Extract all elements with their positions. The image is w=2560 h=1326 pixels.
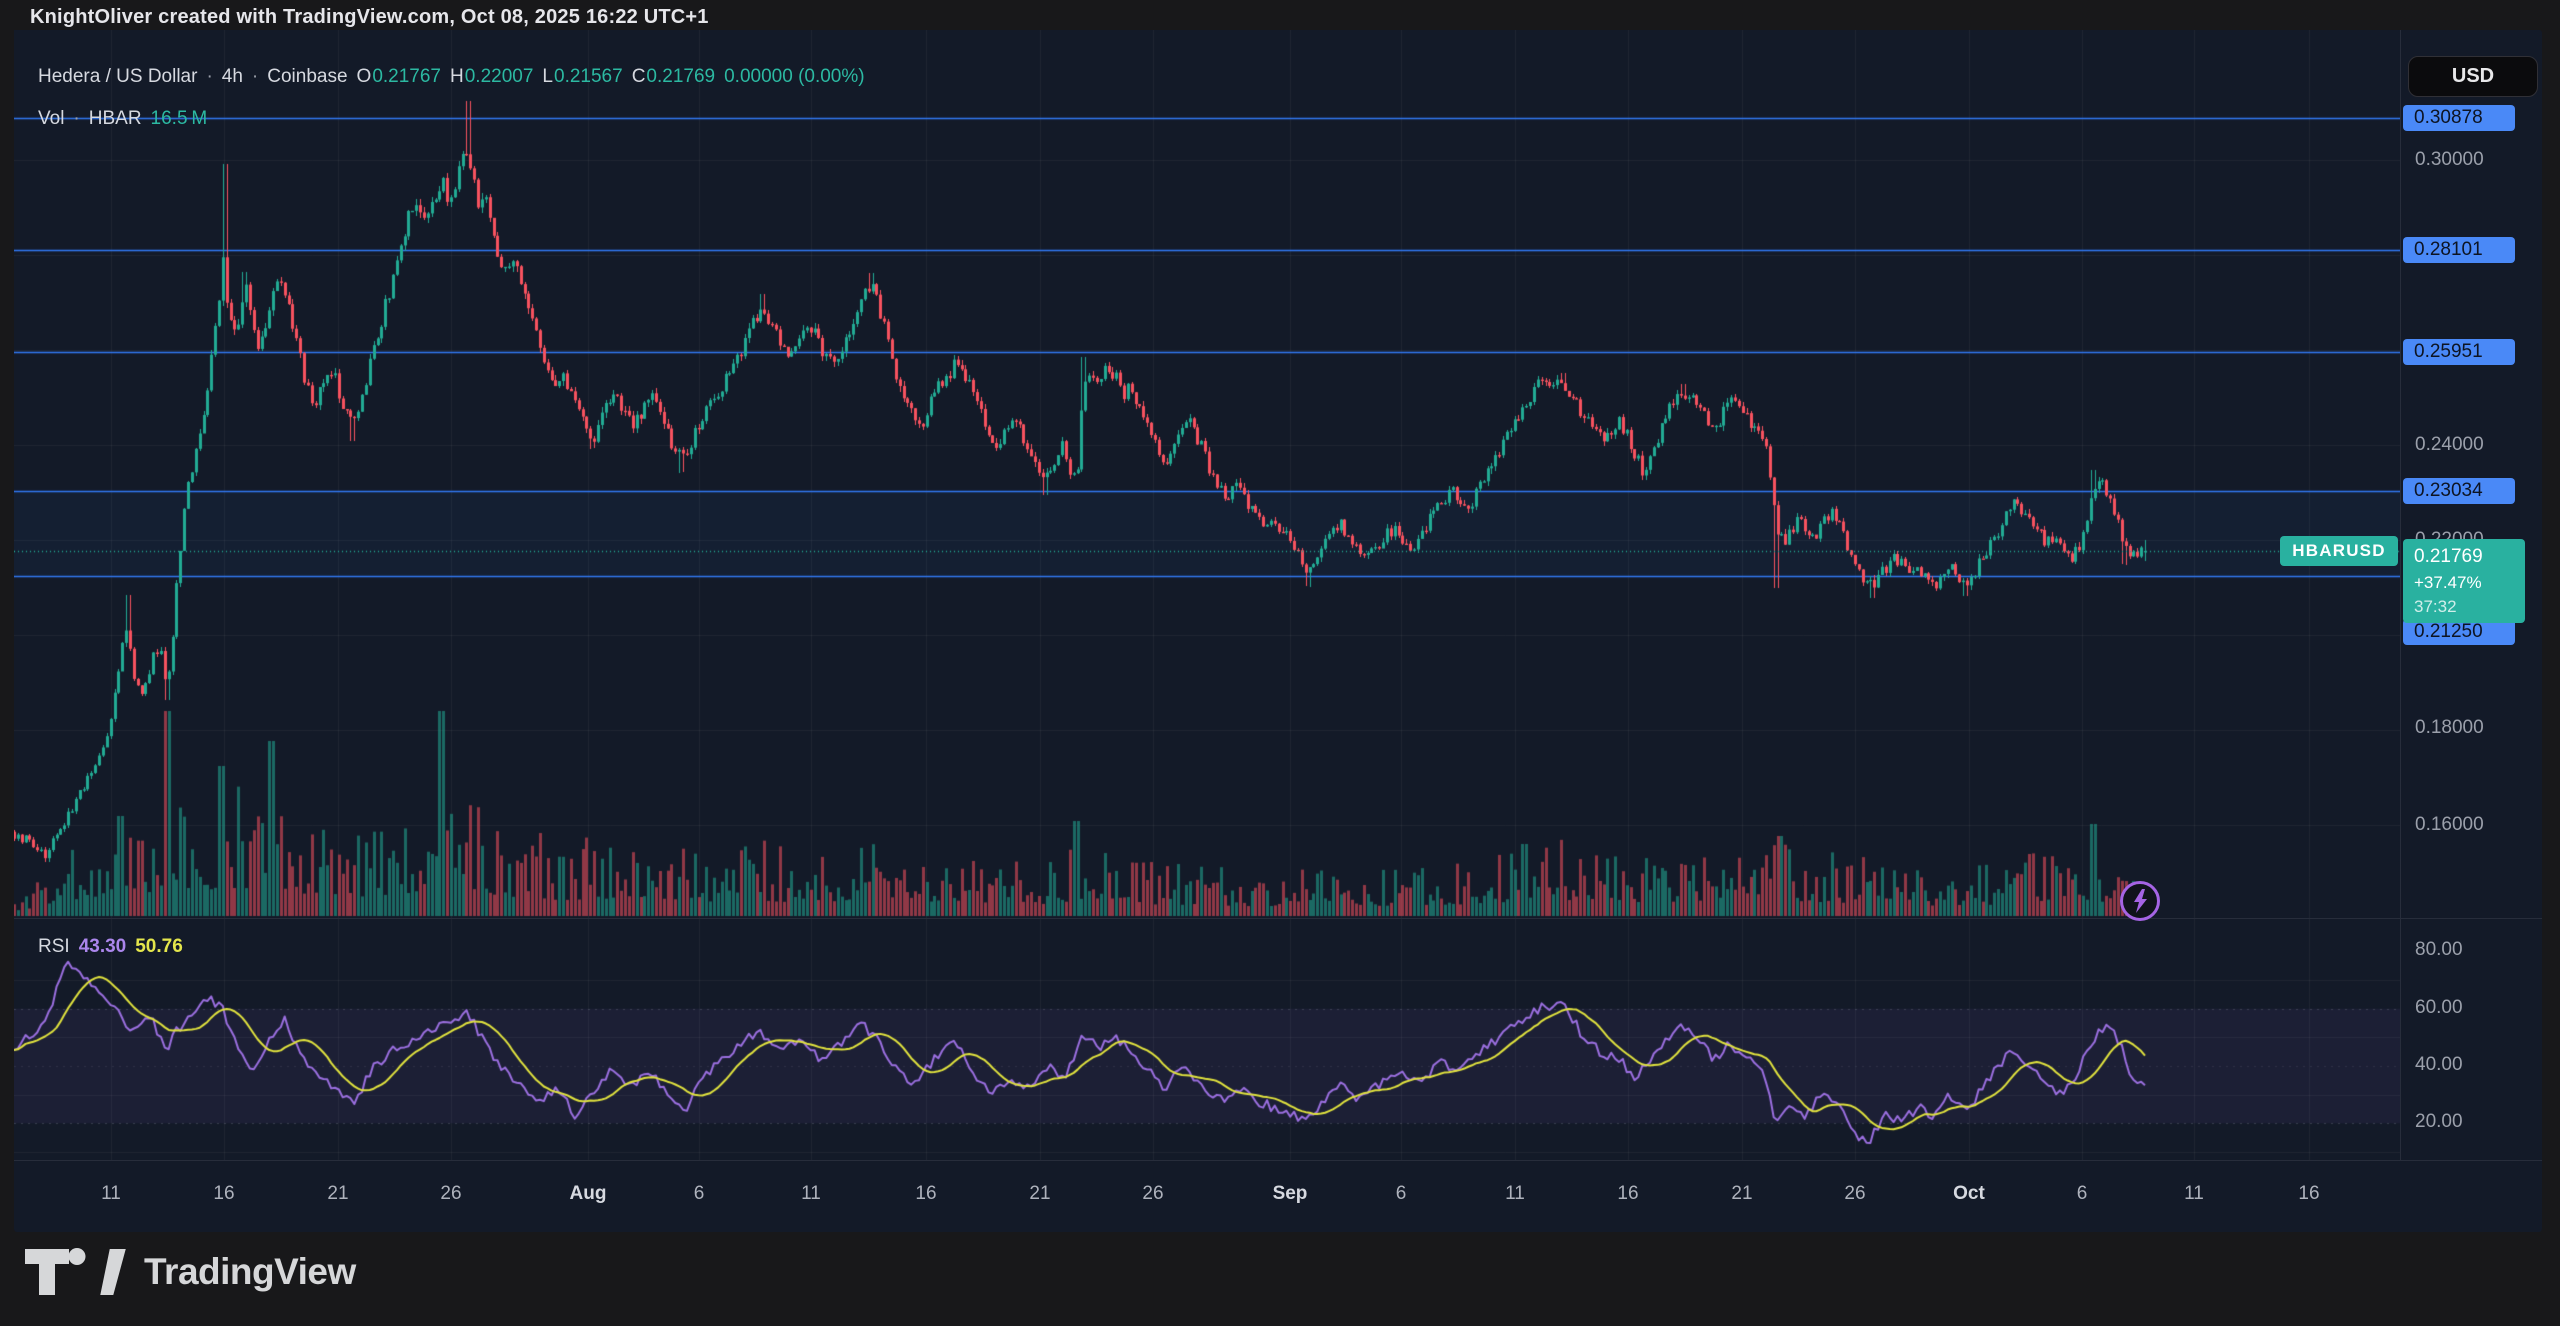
time-axis-label: 6: [2076, 1183, 2088, 1204]
symbol-legend: Hedera / US Dollar · 4h · Coinbase O 0.21…: [38, 66, 865, 88]
volume-ticker: HBAR: [88, 108, 142, 129]
ohlc-change: 0.00000 (0.00%): [724, 66, 865, 87]
time-axis-label: 11: [801, 1183, 821, 1204]
tradingview-mark-v-icon: [100, 1249, 126, 1295]
time-axis-label: 26: [1142, 1183, 1164, 1204]
chart-panel: Hedera / US Dollar · 4h · Coinbase O 0.21…: [14, 30, 2542, 1232]
price-scale-label[interactable]: 0.30878: [2403, 105, 2515, 131]
price-scale-label[interactable]: 0.25951: [2403, 339, 2515, 365]
price-scale-label: 0.30000: [2415, 149, 2484, 170]
currency-toggle-button[interactable]: USD: [2408, 56, 2538, 97]
price-scale-label: 0.16000: [2415, 814, 2484, 835]
time-axis-label: 16: [213, 1183, 235, 1204]
time-axis-label: 11: [1505, 1183, 1525, 1204]
time-axis-label: Sep: [1272, 1183, 1308, 1204]
current-price-label: 0.21769 +37.47% 37:32: [2403, 539, 2525, 623]
chart-plot-canvas[interactable]: [14, 30, 2400, 1160]
time-axis-label: 26: [440, 1183, 462, 1204]
rsi-scale-label: 40.00: [2415, 1054, 2463, 1075]
rsi-scale-label: 20.00: [2415, 1111, 2463, 1132]
ohlc-open: O 0.21767: [356, 66, 441, 87]
exchange-label: Coinbase: [267, 66, 348, 87]
time-axis-label: Oct: [1953, 1183, 1985, 1204]
rsi-legend: RSI 43.30 50.76: [38, 936, 183, 958]
legend-separator: ·: [206, 66, 213, 87]
price-scale-label: 0.18000: [2415, 717, 2484, 738]
time-axis-label: 21: [1029, 1183, 1051, 1204]
flash-boost-button[interactable]: [2120, 881, 2160, 921]
volume-value: 16.5 M: [150, 108, 208, 129]
legend-separator: ·: [73, 108, 80, 129]
time-axis-label: 11: [101, 1183, 121, 1204]
time-axis[interactable]: 11 16 21 26 Aug 6 11 16 21 26 Sep 6 11 1…: [14, 1161, 2542, 1232]
tradingview-mark-icon: [25, 1248, 86, 1295]
time-axis-label: 16: [915, 1183, 937, 1204]
volume-label[interactable]: Vol: [38, 108, 64, 130]
time-axis-label: 11: [2184, 1183, 2204, 1204]
rsi-value: 43.30: [78, 936, 127, 957]
legend-separator: ·: [251, 66, 259, 87]
price-scale-label: 0.24000: [2415, 434, 2484, 455]
pane-separator[interactable]: [14, 918, 2542, 919]
page: KnightOliver created with TradingView.co…: [0, 0, 2560, 1326]
current-change-pct: +37.47%: [2414, 573, 2482, 592]
time-axis-label: 26: [1844, 1183, 1866, 1204]
price-scale-label[interactable]: 0.28101: [2403, 237, 2515, 263]
price-scale-label[interactable]: 0.23034: [2403, 478, 2515, 504]
rsi-scale-label: 60.00: [2415, 997, 2463, 1018]
time-axis-label: 6: [693, 1183, 705, 1204]
tradingview-wordmark: TradingView: [144, 1251, 356, 1292]
time-axis-label: 16: [2298, 1183, 2320, 1204]
rsi-scale-label: 80.00: [2415, 939, 2463, 960]
ohlc-close: C 0.21769: [631, 66, 716, 87]
tradingview-logo[interactable]: TradingView: [24, 1248, 356, 1296]
time-axis-label: 21: [1731, 1183, 1753, 1204]
interval-label[interactable]: 4h: [222, 66, 243, 88]
current-price: 0.21769: [2414, 546, 2483, 567]
price-axis[interactable]: 0.30878 0.30000 0.28101 0.25951 0.24000 …: [2401, 30, 2542, 1160]
bar-countdown: 37:32: [2414, 597, 2457, 616]
time-axis-label: 6: [1395, 1183, 1407, 1204]
time-axis-label: Aug: [569, 1183, 607, 1204]
ohlc-high: H 0.22007: [450, 66, 534, 87]
lightning-icon: [2134, 889, 2147, 913]
time-axis-label: 16: [1617, 1183, 1639, 1204]
volume-legend: Vol · HBAR 16.5 M: [38, 108, 207, 130]
symbol-name[interactable]: Hedera / US Dollar: [38, 66, 197, 88]
time-axis-label: 21: [327, 1183, 349, 1204]
price-line-symbol-tag[interactable]: HBARUSD: [2280, 536, 2398, 566]
attribution-text: KnightOliver created with TradingView.co…: [30, 6, 709, 28]
rsi-label[interactable]: RSI: [38, 936, 70, 958]
ohlc-low: L 0.21567: [542, 66, 623, 87]
rsi-ma-value: 50.76: [135, 936, 183, 957]
